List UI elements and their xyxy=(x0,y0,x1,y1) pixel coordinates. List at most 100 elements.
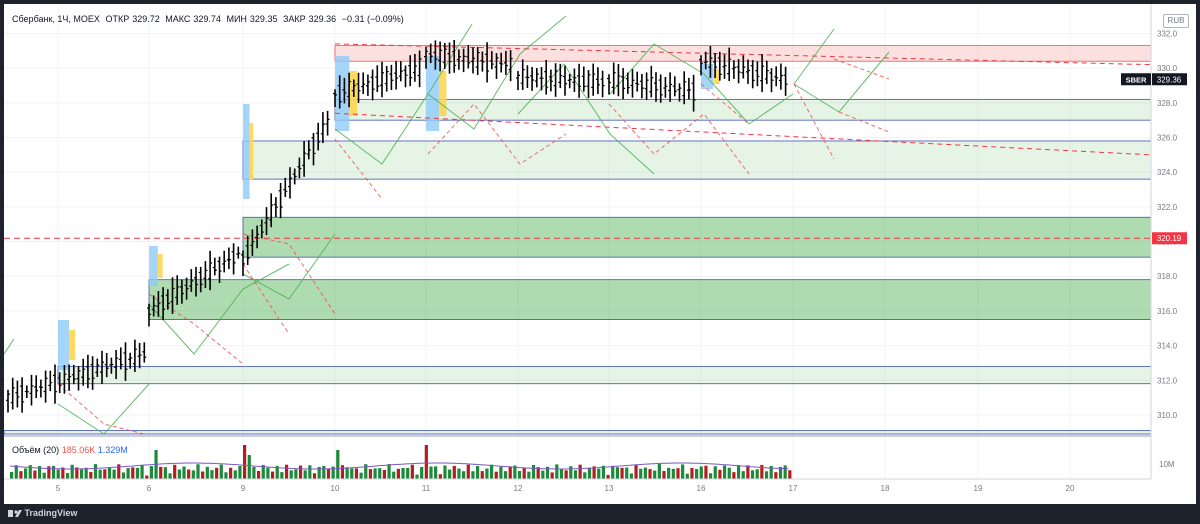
volume-bar xyxy=(396,468,400,479)
volume-bar xyxy=(489,464,494,479)
volume-bar xyxy=(270,471,275,479)
volume-bar xyxy=(107,467,112,479)
volume-bar xyxy=(23,468,28,479)
volume-bar xyxy=(494,471,498,479)
legend-high-label: МАКС xyxy=(165,14,191,24)
volume-label: Объём (20) xyxy=(12,445,60,455)
volume-bar xyxy=(555,464,559,479)
volume-bar xyxy=(340,465,345,479)
volume-bar xyxy=(392,471,396,479)
volume-profile-bar xyxy=(69,330,75,360)
volume-bar xyxy=(559,469,564,479)
volume-bar xyxy=(448,469,452,479)
volume-bar xyxy=(424,445,428,479)
currency-button[interactable]: RUB xyxy=(1163,14,1189,28)
volume-bar xyxy=(480,471,484,479)
volume-bar xyxy=(322,466,326,479)
volume-bar xyxy=(177,469,181,479)
volume-bar xyxy=(233,470,237,479)
volume-bar xyxy=(597,468,601,479)
chart-area[interactable]: 310.0312.0314.0316.0318.0320.0322.0324.0… xyxy=(4,4,1196,504)
volume-legend: Объём (20) 185.06K 1.329M xyxy=(12,445,128,455)
volume-bar xyxy=(746,465,750,479)
volume-bar xyxy=(308,465,312,479)
volume-bar xyxy=(634,464,638,479)
volume-bar xyxy=(662,471,666,479)
volume-bar xyxy=(312,473,317,479)
volume-bar xyxy=(415,474,419,479)
symbol-legend: Сбербанк, 1Ч, MOEX ОТКР 329.72 МАКС 329.74… xyxy=(12,14,407,24)
volume-bar xyxy=(722,465,727,479)
volume-bar xyxy=(629,473,633,479)
volume-bar xyxy=(434,466,438,479)
volume-bar xyxy=(676,468,680,479)
volume-bar xyxy=(401,467,405,479)
volume-bar xyxy=(145,475,149,479)
legend-change: −0.31 (−0.09%) xyxy=(341,14,404,24)
volume-bar xyxy=(229,467,233,479)
volume-bar xyxy=(121,472,126,479)
demand-zone xyxy=(57,365,1152,385)
legend-close: 329.36 xyxy=(308,14,337,24)
x-tick-label: 19 xyxy=(974,484,983,493)
volume-bar xyxy=(289,470,293,479)
volume-bar xyxy=(704,465,708,479)
legend-low: 329.35 xyxy=(249,14,278,24)
volume-bar xyxy=(168,473,172,479)
y-tick-label: 322.0 xyxy=(1157,203,1178,212)
volume-bar xyxy=(135,467,140,479)
volume-bar xyxy=(126,468,130,479)
volume-bar xyxy=(420,466,424,479)
footer: TradingView xyxy=(8,508,77,518)
y-tick-label: 316.0 xyxy=(1157,307,1178,316)
footer-brand: TradingView xyxy=(24,508,78,518)
volume-bar xyxy=(541,470,545,479)
volume-bar xyxy=(149,466,153,479)
legend-open: 329.72 xyxy=(132,14,160,24)
volume-ma-value: 1.329M xyxy=(97,445,128,455)
volume-bar xyxy=(550,472,554,479)
volume-bar xyxy=(303,470,307,479)
volume-bar xyxy=(247,455,251,479)
volume-bar xyxy=(615,467,619,479)
volume-bar xyxy=(764,471,769,479)
volume-bar xyxy=(219,464,223,479)
volume-profile-bar xyxy=(439,71,447,116)
volume-bar xyxy=(499,466,503,479)
y-tick-label: 332.0 xyxy=(1157,29,1178,38)
volume-bar xyxy=(606,474,610,479)
volume-bar xyxy=(65,473,70,479)
volume-bar xyxy=(182,466,186,479)
volume-bar xyxy=(671,468,675,479)
y-tick-label: 314.0 xyxy=(1157,342,1178,351)
volume-bar xyxy=(33,470,37,479)
x-tick-label: 6 xyxy=(147,484,152,493)
volume-bar xyxy=(503,471,508,479)
x-tick-label: 12 xyxy=(514,484,523,493)
volume-bar xyxy=(690,467,694,479)
volume-bar xyxy=(345,467,349,479)
volume-bar xyxy=(10,472,14,479)
y-tick-label: 326.0 xyxy=(1157,134,1178,143)
legend-high: 329.74 xyxy=(193,14,221,24)
x-tick-label: 11 xyxy=(422,484,431,493)
volume-bar xyxy=(140,465,144,479)
volume-bar xyxy=(210,470,214,479)
volume-profile-bar xyxy=(249,123,254,180)
volume-bar xyxy=(443,465,447,479)
volume-bar xyxy=(243,445,247,479)
chart-window: 310.0312.0314.0316.0318.0320.0322.0324.0… xyxy=(0,0,1200,524)
volume-bar xyxy=(294,469,298,479)
volume-bar xyxy=(70,464,74,479)
y-tick-label: 318.0 xyxy=(1157,272,1178,281)
volume-bar xyxy=(727,467,731,479)
volume-bar xyxy=(191,470,195,479)
volume-bar xyxy=(98,469,102,479)
volume-bar xyxy=(741,471,745,479)
volume-bar xyxy=(224,472,228,479)
last-price-label: 329.36 xyxy=(1157,75,1182,84)
volume-bar xyxy=(79,469,84,479)
price-chart-svg[interactable]: 310.0312.0314.0316.0318.0320.0322.0324.0… xyxy=(4,4,1196,504)
volume-profile-bar xyxy=(713,69,720,84)
volume-bar xyxy=(187,469,191,479)
